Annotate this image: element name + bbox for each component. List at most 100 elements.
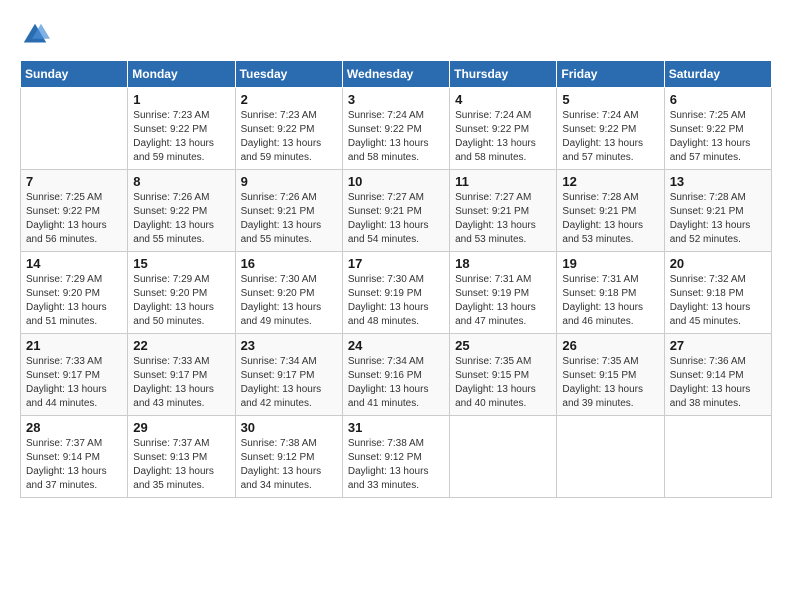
day-info: Sunrise: 7:24 AM Sunset: 9:22 PM Dayligh… — [455, 109, 551, 165]
day-info: Sunrise: 7:35 AM Sunset: 9:15 PM Dayligh… — [562, 355, 658, 411]
calendar-cell: 2Sunrise: 7:23 AM Sunset: 9:22 PM Daylig… — [235, 88, 342, 170]
day-number: 13 — [670, 174, 766, 189]
day-info: Sunrise: 7:33 AM Sunset: 9:17 PM Dayligh… — [26, 355, 122, 411]
weekday-header-friday: Friday — [557, 61, 664, 88]
calendar-cell: 24Sunrise: 7:34 AM Sunset: 9:16 PM Dayli… — [342, 334, 449, 416]
day-number: 3 — [348, 92, 444, 107]
calendar-cell: 18 Sunrise: 7:31 AM Sunset: 9:19 PM Dayli… — [450, 252, 557, 334]
day-number: 21 — [26, 338, 122, 353]
weekday-header-row: SundayMondayTuesdayWednesdayThursdayFrid… — [21, 61, 772, 88]
day-info: Sunrise: 7:38 AM Sunset: 9:12 PM Dayligh… — [348, 437, 444, 493]
calendar-cell — [557, 416, 664, 498]
calendar-cell: 26 Sunrise: 7:35 AM Sunset: 9:15 PM Dayli… — [557, 334, 664, 416]
day-number: 5 — [562, 92, 658, 107]
day-number: 7 — [26, 174, 122, 189]
day-info: Sunrise: 7:37 AM Sunset: 9:13 PM Dayligh… — [133, 437, 229, 493]
day-info: Sunrise: 7:23 AM Sunset: 9:22 PM Dayligh… — [133, 109, 229, 165]
day-number: 6 — [670, 92, 766, 107]
calendar-cell: 8Sunrise: 7:26 AM Sunset: 9:22 PM Daylig… — [128, 170, 235, 252]
weekday-header-saturday: Saturday — [664, 61, 771, 88]
day-number: 19 — [562, 256, 658, 271]
day-info: Sunrise: 7:35 AM Sunset: 9:15 PM Dayligh… — [455, 355, 551, 411]
calendar-cell: 25 Sunrise: 7:35 AM Sunset: 9:15 PM Dayli… — [450, 334, 557, 416]
day-info: Sunrise: 7:28 AM Sunset: 9:21 PM Dayligh… — [562, 191, 658, 247]
weekday-header-sunday: Sunday — [21, 61, 128, 88]
logo — [20, 20, 54, 50]
calendar-cell: 20 Sunrise: 7:32 AM Sunset: 9:18 PM Dayli… — [664, 252, 771, 334]
day-number: 31 — [348, 420, 444, 435]
day-number: 14 — [26, 256, 122, 271]
day-number: 28 — [26, 420, 122, 435]
day-number: 12 — [562, 174, 658, 189]
calendar-cell: 31 Sunrise: 7:38 AM Sunset: 9:12 PM Dayli… — [342, 416, 449, 498]
calendar-cell — [450, 416, 557, 498]
day-number: 18 — [455, 256, 551, 271]
calendar-cell: 7 Sunrise: 7:25 AM Sunset: 9:22 PM Daylig… — [21, 170, 128, 252]
day-info: Sunrise: 7:32 AM Sunset: 9:18 PM Dayligh… — [670, 273, 766, 329]
weekday-header-monday: Monday — [128, 61, 235, 88]
day-number: 9 — [241, 174, 337, 189]
day-number: 22 — [133, 338, 229, 353]
day-info: Sunrise: 7:26 AM Sunset: 9:21 PM Dayligh… — [241, 191, 337, 247]
calendar-week-3: 14 Sunrise: 7:29 AM Sunset: 9:20 PM Dayli… — [21, 252, 772, 334]
calendar-cell — [664, 416, 771, 498]
calendar-cell: 13 Sunrise: 7:28 AM Sunset: 9:21 PM Dayli… — [664, 170, 771, 252]
day-number: 17 — [348, 256, 444, 271]
day-number: 27 — [670, 338, 766, 353]
day-info: Sunrise: 7:37 AM Sunset: 9:14 PM Dayligh… — [26, 437, 122, 493]
weekday-header-thursday: Thursday — [450, 61, 557, 88]
calendar-cell: 4 Sunrise: 7:24 AM Sunset: 9:22 PM Daylig… — [450, 88, 557, 170]
day-info: Sunrise: 7:29 AM Sunset: 9:20 PM Dayligh… — [26, 273, 122, 329]
day-number: 1 — [133, 92, 229, 107]
calendar-cell: 5 Sunrise: 7:24 AM Sunset: 9:22 PM Daylig… — [557, 88, 664, 170]
day-number: 26 — [562, 338, 658, 353]
day-info: Sunrise: 7:24 AM Sunset: 9:22 PM Dayligh… — [348, 109, 444, 165]
calendar-cell: 17 Sunrise: 7:30 AM Sunset: 9:19 PM Dayli… — [342, 252, 449, 334]
calendar-week-2: 7 Sunrise: 7:25 AM Sunset: 9:22 PM Daylig… — [21, 170, 772, 252]
day-info: Sunrise: 7:30 AM Sunset: 9:20 PM Dayligh… — [241, 273, 337, 329]
day-number: 20 — [670, 256, 766, 271]
day-number: 23 — [241, 338, 337, 353]
calendar-cell: 14 Sunrise: 7:29 AM Sunset: 9:20 PM Dayli… — [21, 252, 128, 334]
day-info: Sunrise: 7:34 AM Sunset: 9:17 PM Dayligh… — [241, 355, 337, 411]
calendar-cell — [21, 88, 128, 170]
day-info: Sunrise: 7:25 AM Sunset: 9:22 PM Dayligh… — [670, 109, 766, 165]
calendar-cell: 11Sunrise: 7:27 AM Sunset: 9:21 PM Dayli… — [450, 170, 557, 252]
calendar-cell: 30 Sunrise: 7:38 AM Sunset: 9:12 PM Dayli… — [235, 416, 342, 498]
calendar-cell: 15Sunrise: 7:29 AM Sunset: 9:20 PM Dayli… — [128, 252, 235, 334]
day-info: Sunrise: 7:31 AM Sunset: 9:18 PM Dayligh… — [562, 273, 658, 329]
day-number: 8 — [133, 174, 229, 189]
calendar-table: SundayMondayTuesdayWednesdayThursdayFrid… — [20, 60, 772, 498]
calendar-week-1: 1 Sunrise: 7:23 AM Sunset: 9:22 PM Daylig… — [21, 88, 772, 170]
calendar-cell: 19 Sunrise: 7:31 AM Sunset: 9:18 PM Dayli… — [557, 252, 664, 334]
day-info: Sunrise: 7:30 AM Sunset: 9:19 PM Dayligh… — [348, 273, 444, 329]
calendar-cell: 9 Sunrise: 7:26 AM Sunset: 9:21 PM Daylig… — [235, 170, 342, 252]
day-info: Sunrise: 7:27 AM Sunset: 9:21 PM Dayligh… — [348, 191, 444, 247]
calendar-cell: 29 Sunrise: 7:37 AM Sunset: 9:13 PM Dayli… — [128, 416, 235, 498]
logo-icon — [20, 20, 50, 50]
day-number: 2 — [241, 92, 337, 107]
day-info: Sunrise: 7:25 AM Sunset: 9:22 PM Dayligh… — [26, 191, 122, 247]
page-header — [20, 20, 772, 50]
day-number: 29 — [133, 420, 229, 435]
calendar-week-5: 28 Sunrise: 7:37 AM Sunset: 9:14 PM Dayli… — [21, 416, 772, 498]
day-info: Sunrise: 7:38 AM Sunset: 9:12 PM Dayligh… — [241, 437, 337, 493]
day-info: Sunrise: 7:29 AM Sunset: 9:20 PM Dayligh… — [133, 273, 229, 329]
calendar-cell: 28 Sunrise: 7:37 AM Sunset: 9:14 PM Dayli… — [21, 416, 128, 498]
day-info: Sunrise: 7:31 AM Sunset: 9:19 PM Dayligh… — [455, 273, 551, 329]
day-number: 25 — [455, 338, 551, 353]
calendar-cell: 16 Sunrise: 7:30 AM Sunset: 9:20 PM Dayli… — [235, 252, 342, 334]
day-number: 4 — [455, 92, 551, 107]
weekday-header-tuesday: Tuesday — [235, 61, 342, 88]
day-number: 11 — [455, 174, 551, 189]
day-info: Sunrise: 7:28 AM Sunset: 9:21 PM Dayligh… — [670, 191, 766, 247]
calendar-cell: 6 Sunrise: 7:25 AM Sunset: 9:22 PM Daylig… — [664, 88, 771, 170]
day-info: Sunrise: 7:36 AM Sunset: 9:14 PM Dayligh… — [670, 355, 766, 411]
calendar-cell: 23 Sunrise: 7:34 AM Sunset: 9:17 PM Dayli… — [235, 334, 342, 416]
day-number: 30 — [241, 420, 337, 435]
day-number: 16 — [241, 256, 337, 271]
calendar-cell: 21 Sunrise: 7:33 AM Sunset: 9:17 PM Dayli… — [21, 334, 128, 416]
weekday-header-wednesday: Wednesday — [342, 61, 449, 88]
calendar-week-4: 21 Sunrise: 7:33 AM Sunset: 9:17 PM Dayli… — [21, 334, 772, 416]
day-info: Sunrise: 7:24 AM Sunset: 9:22 PM Dayligh… — [562, 109, 658, 165]
